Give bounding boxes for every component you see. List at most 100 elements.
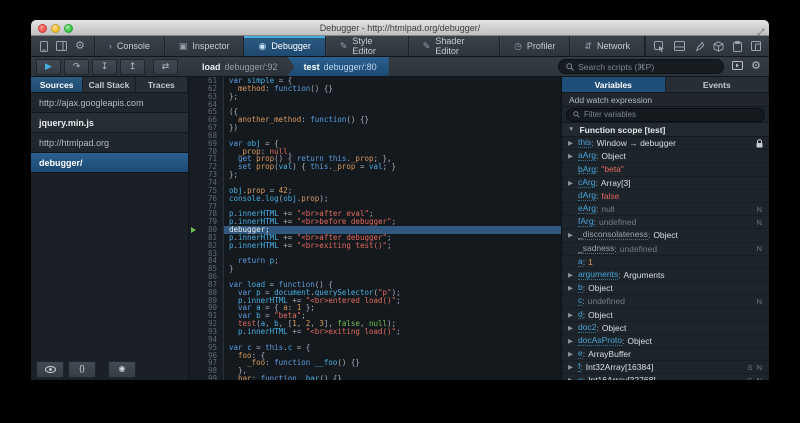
line-number[interactable]: 64 <box>189 101 223 109</box>
variable-row[interactable]: ▶f:Int32Array[16384]S N <box>562 361 769 374</box>
code-line[interactable]: p.innerHTML += "<br>before debugger"; <box>224 218 561 226</box>
expand-twisty-icon[interactable]: ▶ <box>568 376 578 380</box>
line-number[interactable]: 75 <box>189 187 223 195</box>
expand-twisty-icon[interactable]: ▶ <box>568 311 578 319</box>
scratchpad-icon[interactable] <box>733 41 742 52</box>
code-line[interactable] <box>224 101 561 109</box>
expand-twisty-icon[interactable]: ▶ <box>568 139 578 147</box>
filter-variables-box[interactable] <box>566 108 765 122</box>
step-out-button[interactable]: ↥ <box>120 59 145 75</box>
debugger-options-gear-icon[interactable]: ⚙ <box>751 61 761 72</box>
resume-button[interactable]: ▶ <box>36 59 61 75</box>
responsive-mode-icon[interactable] <box>751 41 761 51</box>
variable-row[interactable]: c:undefinedN <box>562 295 769 308</box>
tab-sources[interactable]: Sources <box>31 77 83 92</box>
line-number[interactable]: 74 <box>189 179 223 187</box>
line-number[interactable]: 98 <box>189 367 223 375</box>
code-line[interactable]: _foo: function __foo() {} <box>224 359 561 367</box>
tilt-3d-icon[interactable] <box>713 41 724 52</box>
line-number[interactable]: 66 <box>189 116 223 124</box>
expand-twisty-icon[interactable]: ▶ <box>568 231 578 239</box>
line-number[interactable]: 62 <box>189 85 223 93</box>
tab-variables[interactable]: Variables <box>562 77 666 92</box>
code-line[interactable]: set prop(val) { this._prop = val; } <box>224 163 561 171</box>
line-number[interactable]: 61 <box>189 77 223 85</box>
line-number[interactable]: 90 <box>189 304 223 312</box>
step-in-button[interactable]: ↧ <box>92 59 117 75</box>
eyedropper-icon[interactable] <box>694 41 704 52</box>
variable-row[interactable]: ▶docAsProto:Object <box>562 335 769 348</box>
code-area[interactable]: var simple = { method: function() {}};({… <box>224 77 561 380</box>
variable-row[interactable]: a:1 <box>562 256 769 269</box>
code-line[interactable]: }; <box>224 93 561 101</box>
line-number[interactable]: 68 <box>189 132 223 140</box>
line-number[interactable]: 84 <box>189 257 223 265</box>
toolbox-tab-network[interactable]: ⇵Network <box>570 36 645 56</box>
prettify-button[interactable]: {} <box>68 361 96 378</box>
source-item[interactable]: http://ajax.googleapis.com <box>31 93 188 113</box>
line-number[interactable]: 81 <box>189 234 223 242</box>
line-number[interactable]: 65 <box>189 108 223 116</box>
variable-row[interactable]: ▶aArg:Object <box>562 150 769 163</box>
code-line[interactable]: }; <box>224 171 561 179</box>
toolbox-options-gear-icon[interactable]: ⚙ <box>75 41 85 52</box>
collapse-twisty-icon[interactable]: ▼ <box>568 126 574 133</box>
expand-twisty-icon[interactable]: ▶ <box>568 284 578 292</box>
line-number[interactable]: 96 <box>189 352 223 360</box>
variable-row[interactable]: ▶cArg:Array[3] <box>562 177 769 190</box>
variable-row[interactable]: ▶this:Window → debugger <box>562 137 769 150</box>
line-number[interactable]: 95 <box>189 344 223 352</box>
variable-row[interactable]: ▶doc2:Object <box>562 322 769 335</box>
line-number[interactable]: 63 <box>189 93 223 101</box>
code-line[interactable]: console.log(obj.prop); <box>224 195 561 203</box>
toolbox-tab-shader-editor[interactable]: ✎Shader Editor <box>409 36 500 56</box>
line-number[interactable]: 83 <box>189 250 223 258</box>
sidebar-toggle-icon[interactable] <box>56 41 67 51</box>
toolbox-tab-profiler[interactable]: ◷Profiler <box>500 36 570 56</box>
tab-events[interactable]: Events <box>666 77 770 92</box>
search-scripts-box[interactable] <box>558 59 724 74</box>
line-number[interactable]: 85 <box>189 265 223 273</box>
filter-variables-input[interactable] <box>584 110 758 119</box>
expand-twisty-icon[interactable]: ▶ <box>568 350 578 358</box>
code-line[interactable]: }) <box>224 124 561 132</box>
split-console-icon[interactable] <box>674 41 685 51</box>
tab-call-stack[interactable]: Call Stack <box>83 77 135 92</box>
code-line[interactable]: return p; <box>224 257 561 265</box>
line-number-gutter[interactable]: 6162636465666768697071727374757677787980… <box>189 77 224 380</box>
variable-row[interactable]: ▶g:Int16Array[32768]S N <box>562 374 769 380</box>
code-line[interactable]: method: function() {} <box>224 85 561 93</box>
toolbox-tab-debugger[interactable]: ◉Debugger <box>244 36 325 56</box>
line-number[interactable]: 91 <box>189 312 223 320</box>
line-number[interactable]: 77 <box>189 203 223 211</box>
expand-twisty-icon[interactable]: ▶ <box>568 271 578 279</box>
line-number[interactable]: 93 <box>189 328 223 336</box>
pick-element-icon[interactable] <box>654 41 665 52</box>
stack-frame[interactable]: loaddebugger/:92 <box>192 57 288 76</box>
variable-row[interactable]: ▶_disconsolateness:Object <box>562 229 769 242</box>
step-over-button[interactable]: ↷ <box>64 59 89 75</box>
line-number[interactable]: 80 <box>189 226 223 234</box>
variable-row[interactable]: ▶e:ArrayBuffer <box>562 348 769 361</box>
variable-row[interactable]: eArg:nullN <box>562 203 769 216</box>
code-line[interactable]: bar: function bar() {}, <box>224 375 561 380</box>
toggle-panel-icon[interactable] <box>732 61 743 73</box>
add-watch-expression[interactable]: Add watch expression <box>562 93 769 107</box>
toolbox-tab-inspector[interactable]: ▣Inspector <box>165 36 245 56</box>
line-number[interactable]: 87 <box>189 281 223 289</box>
code-line[interactable]: } <box>224 265 561 273</box>
line-number[interactable]: 79 <box>189 218 223 226</box>
code-line[interactable]: p.innerHTML += "<br>exiting test()"; <box>224 242 561 250</box>
close-window-button[interactable] <box>38 24 47 33</box>
line-number[interactable]: 67 <box>189 124 223 132</box>
source-item[interactable]: jquery.min.js <box>31 113 188 133</box>
line-number[interactable]: 69 <box>189 140 223 148</box>
line-number[interactable]: 89 <box>189 297 223 305</box>
variable-row[interactable]: ▶arguments:Arguments <box>562 269 769 282</box>
function-scope-header[interactable]: ▼ Function scope [test] <box>562 123 769 137</box>
expand-twisty-icon[interactable]: ▶ <box>568 179 578 187</box>
code-line[interactable]: p.innerHTML += "<br>exiting load()"; <box>224 328 561 336</box>
toolbox-tab-console[interactable]: ›Console <box>95 36 165 56</box>
variable-row[interactable]: ▶d:Object <box>562 308 769 321</box>
line-number[interactable]: 76 <box>189 195 223 203</box>
